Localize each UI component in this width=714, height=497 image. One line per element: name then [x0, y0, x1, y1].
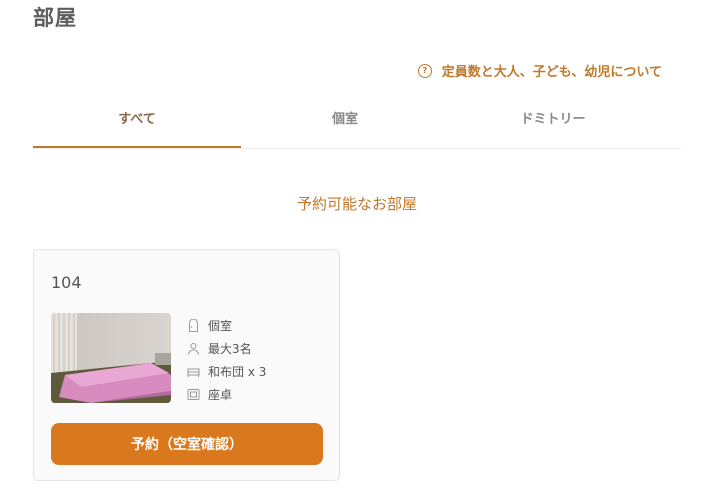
available-rooms-heading: 予約可能なお部屋 — [296, 195, 417, 213]
person-icon — [187, 342, 200, 355]
room-type-tabs: すべて 個室 ドミトリー — [33, 98, 681, 149]
tab-all[interactable]: すべて — [33, 98, 241, 148]
tab-dormitory[interactable]: ドミトリー — [449, 98, 657, 148]
capacity-info-link[interactable]: ? 定員数と大人、子ども、幼児について — [417, 61, 662, 80]
room-card: 104 個室 最大3名 和布団 x 3 座卓 予約（空室確認） — [33, 249, 340, 481]
feature-furniture: 座卓 — [187, 383, 266, 406]
room-features: 個室 最大3名 和布団 x 3 座卓 — [187, 314, 266, 406]
feature-label: 座卓 — [208, 388, 233, 402]
table-icon — [187, 388, 200, 401]
feature-label: 個室 — [208, 319, 233, 333]
feature-room-type: 個室 — [187, 314, 266, 337]
reserve-button[interactable]: 予約（空室確認） — [51, 423, 323, 465]
room-number: 104 — [51, 273, 82, 292]
tab-private-room[interactable]: 個室 — [241, 98, 449, 148]
feature-capacity: 最大3名 — [187, 337, 266, 360]
door-icon — [187, 318, 200, 332]
feature-bedding: 和布団 x 3 — [187, 360, 266, 383]
capacity-info-label: 定員数と大人、子ども、幼児について — [441, 65, 662, 80]
page-title: 部屋 — [33, 6, 77, 30]
feature-label: 最大3名 — [208, 342, 252, 356]
feature-label: 和布団 x 3 — [208, 365, 267, 379]
room-photo — [51, 313, 171, 403]
bed-icon — [187, 365, 200, 378]
help-circle-icon: ? — [417, 63, 432, 78]
